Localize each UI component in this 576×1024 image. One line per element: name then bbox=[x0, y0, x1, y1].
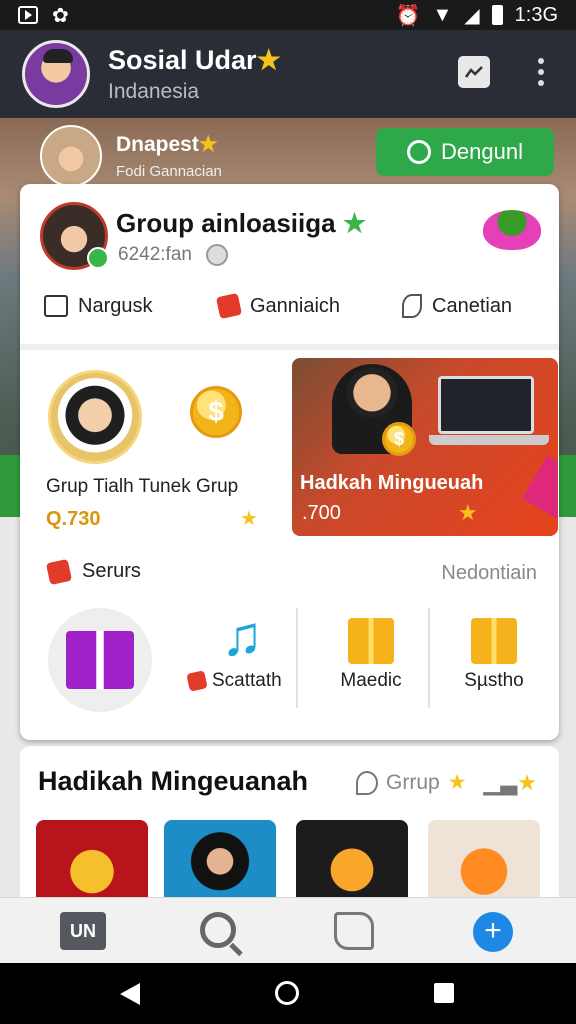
star-icon: ★ bbox=[240, 508, 258, 530]
star-icon: ★ bbox=[342, 208, 367, 238]
tab-nargusk[interactable]: Nargusk bbox=[44, 295, 152, 318]
nav-add-button[interactable]: + bbox=[473, 912, 513, 952]
nav-map-icon[interactable] bbox=[334, 912, 374, 950]
pink-ribbon-icon bbox=[522, 455, 558, 519]
divider bbox=[20, 344, 559, 350]
group-tabs: Nargusk Ganniaich Canetian bbox=[20, 284, 559, 328]
group-meta: 6242:fan bbox=[118, 244, 228, 266]
category-label: Maedic bbox=[340, 670, 402, 691]
weekly-gifts-card: Hadikah Mingeuanah Grrup ★ ▁▃★ bbox=[20, 746, 559, 898]
group-card: Group ainloasiiga ★ 6242:fan Nargusk Gan… bbox=[20, 184, 559, 740]
product-avatar bbox=[48, 370, 142, 464]
battery-icon bbox=[491, 5, 503, 25]
download-button-label: Dengunl bbox=[441, 139, 523, 164]
gift-box-icon bbox=[348, 618, 394, 664]
notification-icon: ✿ bbox=[52, 4, 69, 27]
promo-name: Dnapest★ bbox=[116, 133, 218, 156]
person-icon bbox=[205, 244, 228, 266]
tab-label: Ganniaich bbox=[250, 294, 341, 317]
group-title: Group ainloasiiga ★ bbox=[116, 208, 367, 238]
back-icon[interactable] bbox=[120, 983, 140, 1005]
music-note-icon: ♫ bbox=[221, 604, 263, 667]
coin-icon: $ bbox=[382, 422, 416, 456]
signal-icon: ◢ bbox=[464, 4, 480, 27]
gift-box-icon bbox=[66, 631, 134, 689]
gift-thumbnail[interactable] bbox=[164, 820, 276, 898]
more-options-button[interactable] bbox=[536, 58, 546, 86]
star-icon: ★ bbox=[256, 44, 281, 75]
category-label: Scattath bbox=[186, 670, 282, 692]
divider bbox=[428, 608, 430, 708]
featured-label: Hadkah Mingueuah bbox=[300, 472, 484, 494]
coin-icon: $ bbox=[190, 386, 242, 438]
app-header: Sosial Udar★ Indanesia bbox=[0, 30, 576, 118]
dice-icon bbox=[186, 670, 208, 692]
dice-icon bbox=[45, 558, 73, 585]
gift-box-large[interactable] bbox=[48, 608, 152, 712]
star-icon: ★ bbox=[198, 133, 218, 156]
document-icon bbox=[44, 295, 68, 317]
tab-ganniaich[interactable]: Ganniaich bbox=[215, 292, 341, 320]
page-subtitle: Indanesia bbox=[108, 79, 200, 103]
promo-caption: Fodi Gannacian bbox=[116, 163, 222, 180]
media-icon bbox=[18, 6, 38, 24]
gift-thumbnail[interactable] bbox=[428, 820, 540, 898]
laptop-image bbox=[429, 376, 549, 445]
star-icon: ★ bbox=[458, 500, 478, 525]
pin-icon bbox=[356, 770, 378, 795]
category-label: Sµstho bbox=[464, 670, 524, 691]
nav-home[interactable]: UN bbox=[60, 912, 106, 950]
verified-badge-icon bbox=[87, 247, 109, 269]
leaf-icon bbox=[402, 294, 422, 318]
featured-price: .700 bbox=[302, 502, 341, 524]
status-bar: ✿ ⏰ ▼ ◢ 1:3G bbox=[0, 0, 576, 30]
nav-search-icon[interactable] bbox=[200, 912, 236, 948]
wifi-icon: ▼ bbox=[432, 3, 453, 26]
gift-thumbnail[interactable] bbox=[36, 820, 148, 898]
category-scattath[interactable]: ♫ Scattath bbox=[186, 604, 296, 718]
download-button[interactable]: Dengunl bbox=[376, 128, 554, 176]
tab-canetian[interactable]: Canetian bbox=[402, 294, 512, 318]
product-card-grup[interactable]: $ Grup Tialh Tunek Grup Q.730 ★ bbox=[46, 370, 286, 535]
featured-product-card[interactable]: $ Hadkah Mingueuah .700 ★ bbox=[292, 358, 558, 536]
gift-thumbnail[interactable] bbox=[296, 820, 408, 898]
category-sustho[interactable]: Sµstho bbox=[444, 608, 544, 718]
section-header: Serurs bbox=[45, 558, 141, 585]
group-avatar[interactable] bbox=[40, 202, 109, 270]
product-label: Grup Tialh Tunek Grup bbox=[46, 476, 239, 497]
bottom-nav: UN + bbox=[0, 897, 576, 963]
tab-label: Nargusk bbox=[78, 294, 153, 317]
bar-chart-icon[interactable]: ▁▃★ bbox=[483, 770, 537, 796]
recent-apps-icon[interactable] bbox=[434, 983, 454, 1003]
category-maedic[interactable]: Maedic bbox=[316, 608, 426, 718]
weekly-title: Hadikah Mingeuanah bbox=[38, 766, 309, 796]
system-nav-bar bbox=[0, 963, 576, 1024]
trending-button[interactable] bbox=[458, 56, 490, 88]
group-link-label: Grrup bbox=[386, 770, 440, 794]
promo-user[interactable]: Dnapest★ Fodi Gannacian bbox=[40, 124, 340, 188]
profile-avatar[interactable] bbox=[22, 40, 90, 108]
tab-label: Canetian bbox=[432, 294, 513, 317]
see-more-link[interactable]: Nedontiain bbox=[441, 562, 537, 585]
gift-box-icon bbox=[471, 618, 517, 664]
section-label: Serurs bbox=[82, 560, 141, 582]
clock: 1:3G bbox=[514, 3, 558, 26]
dice-icon bbox=[215, 292, 243, 320]
bowl-icon[interactable] bbox=[483, 210, 541, 250]
page-title: Sosial Udar★ bbox=[108, 44, 281, 75]
divider bbox=[296, 608, 298, 708]
alarm-icon: ⏰ bbox=[395, 4, 421, 27]
star-icon: ★ bbox=[447, 771, 467, 794]
member-count: 6242:fan bbox=[118, 244, 192, 265]
product-price: Q.730 bbox=[46, 508, 101, 530]
promo-avatar bbox=[40, 125, 102, 187]
chat-icon bbox=[407, 140, 432, 164]
group-link[interactable]: Grrup ★ bbox=[356, 770, 467, 795]
home-icon[interactable] bbox=[275, 981, 299, 1005]
trend-chart-icon bbox=[464, 66, 483, 78]
